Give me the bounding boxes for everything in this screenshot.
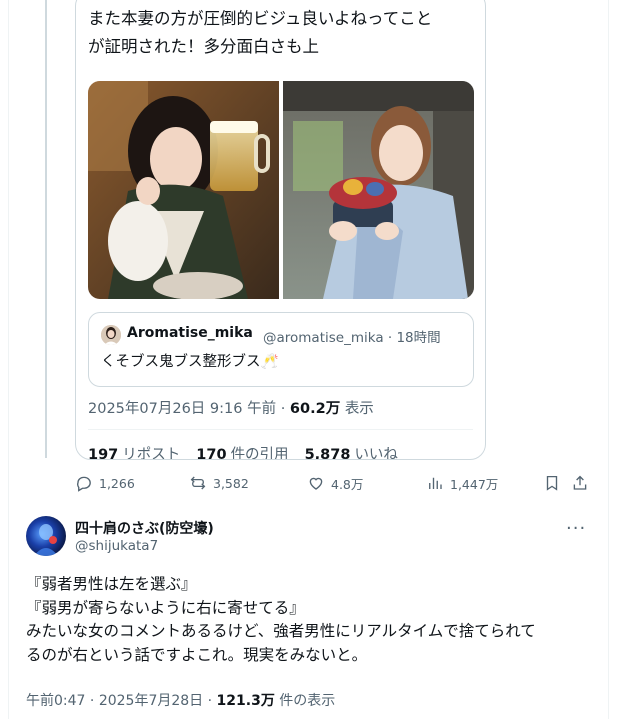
quoted-views-label: 表示 bbox=[344, 401, 374, 417]
share-button[interactable] bbox=[571, 470, 589, 496]
author-name[interactable]: 四十肩のさぶ(防空壕) bbox=[75, 518, 214, 538]
author-avatar-image bbox=[26, 516, 66, 556]
quoted-tweet-text: また本妻の方が圧倒的ビジュ良いよねってこと が証明された！多分面白さも上 bbox=[88, 5, 478, 61]
quoted-quotes-stat[interactable]: 170 件の引用 bbox=[196, 443, 289, 460]
quoted-likes-stat[interactable]: 5,878 いいね bbox=[304, 443, 398, 460]
tweet-line-1: 『弱者男性は左を選ぶ』 bbox=[26, 575, 197, 593]
quoted-divider bbox=[88, 429, 473, 430]
meta-separator: · bbox=[280, 401, 290, 417]
nested-quote-text: くそブス鬼ブス整形ブス🥂 bbox=[101, 354, 279, 370]
photo-right[interactable] bbox=[283, 81, 474, 299]
author-handle[interactable]: @shijukata7 bbox=[75, 538, 158, 554]
quoted-reposts-stat[interactable]: 197 リポスト bbox=[88, 443, 181, 460]
quoted-views-count: 60.2万 bbox=[289, 401, 341, 417]
quoted-tweet-card[interactable]: また本妻の方が圧倒的ビジュ良いよねってこと が証明された！多分面白さも上 Aro… bbox=[75, 0, 486, 460]
quoted-likes-label: いいね bbox=[354, 447, 398, 460]
reply-icon bbox=[77, 476, 91, 492]
repost-icon bbox=[190, 476, 206, 490]
quoted-text-line-2: が証明された！多分面白さも上 bbox=[88, 37, 319, 56]
tweet-views-count: 121.3万 bbox=[216, 693, 275, 709]
like-button[interactable]: 4.8万 bbox=[307, 470, 363, 496]
reply-button[interactable]: 1,266 bbox=[75, 470, 135, 496]
quoted-tweet-stats: 197 リポスト 170 件の引用 5,878 いいね bbox=[88, 443, 398, 460]
quoted-timestamp[interactable]: 2025年07月26日 9:16 午前 bbox=[88, 401, 276, 417]
nested-quote-author-name[interactable]: Aromatise_mika bbox=[127, 325, 253, 341]
media-gallery[interactable] bbox=[88, 81, 474, 299]
tweet-line-3: みたいな女のコメントあるるけど、強者男性にリアルタイムで捨てられて bbox=[26, 622, 536, 640]
reply-count: 1,266 bbox=[99, 475, 135, 491]
nested-quoted-tweet[interactable]: Aromatise_mika @aromatise_mika · 18時間 くそ… bbox=[88, 312, 474, 387]
footer-separator: · bbox=[89, 693, 99, 709]
repost-count: 3,582 bbox=[213, 475, 249, 491]
quoted-text-line-1: また本妻の方が圧倒的ビジュ良いよねってこと bbox=[88, 9, 433, 28]
photo-right-image bbox=[283, 81, 474, 299]
thread-connector-line bbox=[45, 0, 47, 458]
heart-icon bbox=[309, 477, 323, 490]
action-bar: 1,266 3,582 4.8万 1,447万 bbox=[75, 470, 595, 496]
like-count: 4.8万 bbox=[331, 476, 364, 492]
tweet-time[interactable]: 午前0:47 bbox=[26, 693, 85, 709]
tweet-footer-meta: 午前0:47 · 2025年7月28日 · 121.3万 件の表示 bbox=[26, 690, 335, 710]
views-count: 1,447万 bbox=[450, 476, 499, 492]
tweet-line-4: るのが右という話ですよこれ。現実をみないと。 bbox=[26, 645, 368, 664]
photo-left-image bbox=[88, 81, 279, 299]
analytics-icon bbox=[429, 477, 442, 489]
quoted-quotes-label: 件の引用 bbox=[230, 447, 289, 460]
bookmark-button[interactable] bbox=[543, 470, 561, 496]
tweet-text: 『弱者男性は左を選ぶ』 『弱男が寄らないように右に寄せてる』 みたいな女のコメン… bbox=[26, 573, 596, 667]
quoted-quotes-count: 170 bbox=[196, 447, 227, 460]
tweet-date[interactable]: 2025年7月28日 bbox=[99, 693, 203, 709]
bookmark-icon bbox=[546, 475, 558, 491]
more-options-button[interactable]: ··· bbox=[566, 518, 586, 539]
nested-quote-avatar-image bbox=[101, 325, 121, 345]
quoted-reposts-label: リポスト bbox=[122, 447, 181, 460]
share-icon bbox=[573, 475, 587, 490]
author-avatar[interactable] bbox=[26, 516, 66, 556]
photo-left[interactable] bbox=[88, 81, 279, 299]
nested-quote-avatar[interactable] bbox=[101, 325, 121, 345]
nested-quote-handle-time[interactable]: @aromatise_mika · 18時間 bbox=[263, 326, 441, 346]
repost-button[interactable]: 3,582 bbox=[189, 470, 249, 496]
tweet-line-2: 『弱男が寄らないように右に寄せてる』 bbox=[26, 598, 305, 617]
quoted-reposts-count: 197 bbox=[88, 447, 119, 460]
tweet-views-label: 件の表示 bbox=[279, 693, 336, 709]
footer-separator-2: · bbox=[207, 693, 217, 709]
views-button[interactable]: 1,447万 bbox=[426, 470, 498, 496]
quoted-likes-count: 5,878 bbox=[304, 447, 351, 460]
quoted-tweet-meta: 2025年07月26日 9:16 午前 · 60.2万 表示 bbox=[88, 397, 374, 418]
